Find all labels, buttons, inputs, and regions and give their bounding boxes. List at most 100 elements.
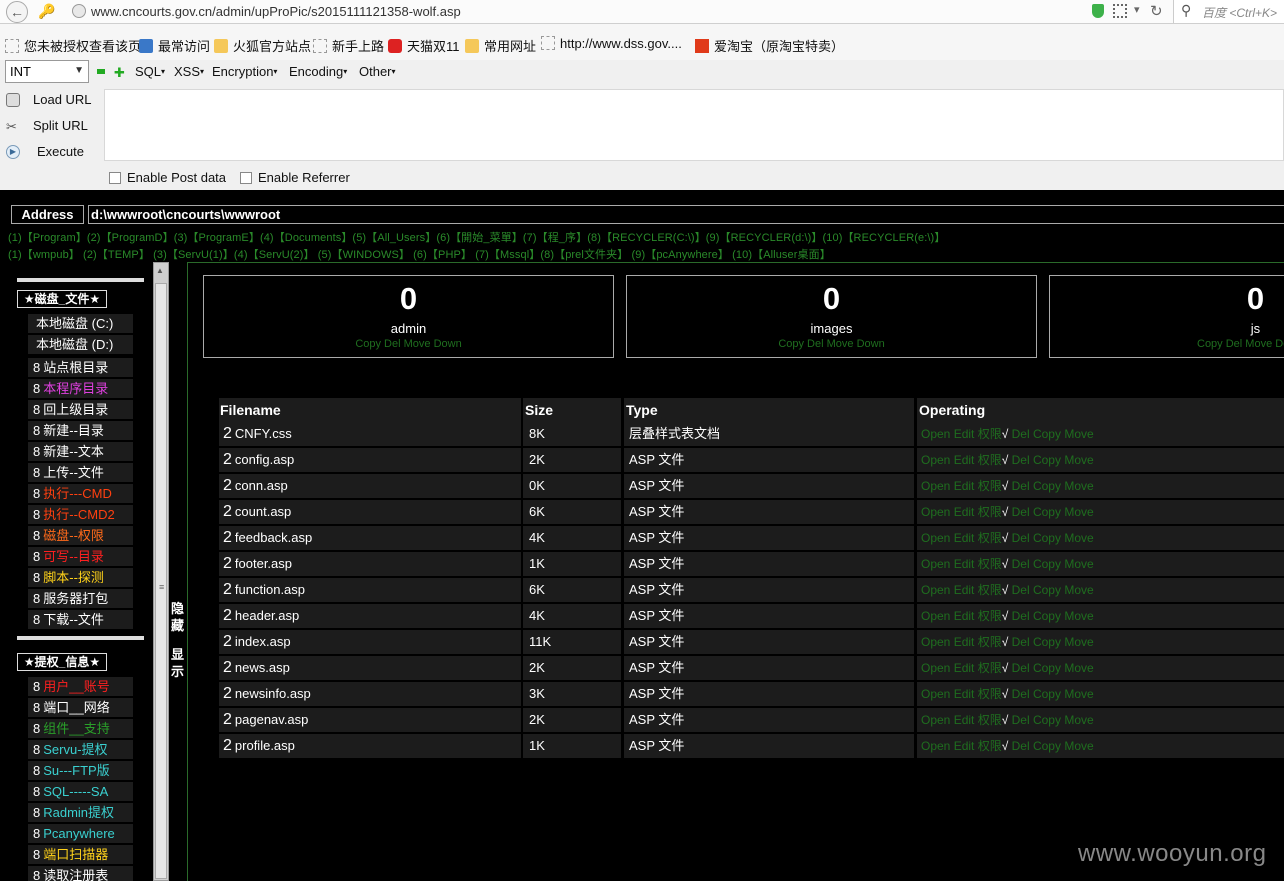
ops-open-edit-perm[interactable]: Open Edit 权限 [921, 609, 1002, 623]
filename-cell[interactable]: 2 CNFY.css [219, 422, 521, 446]
folder-name[interactable]: admin [204, 321, 613, 336]
file-operations[interactable]: Open Edit 权限√ Del Copy Move [921, 505, 1094, 519]
sidebar-item[interactable]: 8 下载--文件 [28, 610, 133, 629]
file-operations[interactable]: Open Edit 权限√ Del Copy Move [921, 531, 1094, 545]
bookmark-getting-started[interactable]: 新手上路 [313, 36, 384, 55]
address-input[interactable]: d:\wwwroot\cncourts\wwwroot [88, 205, 1284, 224]
load-url-button[interactable]: Load URL [0, 92, 100, 110]
ops-open-edit-perm[interactable]: Open Edit 权限 [921, 427, 1002, 441]
ops-del-copy-move[interactable]: Del Copy Move [1008, 531, 1094, 545]
folder-name[interactable]: images [627, 321, 1036, 336]
ops-open-edit-perm[interactable]: Open Edit 权限 [921, 687, 1002, 701]
filename-cell[interactable]: 2 count.asp [219, 500, 521, 524]
sidebar-item[interactable]: 8 执行---CMD [28, 484, 133, 503]
filename[interactable]: CNFY.css [235, 426, 292, 441]
ops-del-copy-move[interactable]: Del Copy Move [1008, 453, 1094, 467]
sidebar-item[interactable]: 8 Servu-提权 [28, 740, 133, 759]
folder-card[interactable]: 0 js Copy Del Move Down [1049, 275, 1284, 358]
ops-del-copy-move[interactable]: Del Copy Move [1008, 661, 1094, 675]
bookmark-tmall[interactable]: 天猫双11 [388, 36, 460, 55]
file-operations[interactable]: Open Edit 权限√ Del Copy Move [921, 479, 1094, 493]
menu-encoding[interactable]: Encoding▾ [289, 64, 347, 79]
type-select[interactable]: INT ▼ [5, 60, 89, 83]
shield-icon[interactable] [1092, 4, 1104, 18]
sidebar-item[interactable]: 8 脚本--探测 [28, 568, 133, 587]
ops-open-edit-perm[interactable]: Open Edit 权限 [921, 505, 1002, 519]
ops-open-edit-perm[interactable]: Open Edit 权限 [921, 557, 1002, 571]
sidebar-item[interactable]: 8 端口扫描器 [28, 845, 133, 864]
hide-sidebar-toggle[interactable]: 隐藏 [171, 600, 184, 634]
chevron-down-icon[interactable]: ▾ [1134, 3, 1140, 16]
url-field[interactable]: www.cncourts.gov.cn/admin/upProPic/s2015… [91, 4, 461, 19]
sidebar-item[interactable]: 8 组件__支持 [28, 719, 133, 738]
ops-open-edit-perm[interactable]: Open Edit 权限 [921, 479, 1002, 493]
ops-del-copy-move[interactable]: Del Copy Move [1008, 479, 1094, 493]
bookmark-common-sites[interactable]: 常用网址 [465, 36, 536, 55]
menu-encryption[interactable]: Encryption▾ [212, 64, 277, 79]
ops-open-edit-perm[interactable]: Open Edit 权限 [921, 583, 1002, 597]
url-textarea[interactable] [104, 89, 1284, 161]
filename-cell[interactable]: 2 feedback.asp [219, 526, 521, 550]
filename-cell[interactable]: 2 news.asp [219, 656, 521, 680]
filename-cell[interactable]: 2 newsinfo.asp [219, 682, 521, 706]
quick-paths-row-2[interactable]: (1)【wmpub】 (2)【TEMP】 (3)【ServU(1)】(4)【Se… [8, 246, 831, 262]
scroll-up-arrow-icon[interactable]: ▲ [156, 266, 164, 275]
filename[interactable]: index.asp [235, 634, 291, 649]
qr-code-icon[interactable] [1113, 4, 1127, 18]
bookmark-aitaobao[interactable]: 爱淘宝（原淘宝特卖） [695, 36, 844, 55]
file-operations[interactable]: Open Edit 权限√ Del Copy Move [921, 713, 1094, 727]
file-operations[interactable]: Open Edit 权限√ Del Copy Move [921, 687, 1094, 701]
ops-open-edit-perm[interactable]: Open Edit 权限 [921, 661, 1002, 675]
ops-del-copy-move[interactable]: Del Copy Move [1008, 739, 1094, 753]
file-operations[interactable]: Open Edit 权限√ Del Copy Move [921, 739, 1094, 753]
quick-paths-row-1[interactable]: (1)【Program】(2)【ProgramD】(3)【ProgramE】(4… [8, 229, 945, 245]
filename[interactable]: footer.asp [235, 556, 292, 571]
sidebar-item[interactable]: 8 回上级目录 [28, 400, 133, 419]
folder-actions[interactable]: Copy Del Move Down [1050, 338, 1284, 350]
filename[interactable]: pagenav.asp [235, 712, 309, 727]
menu-xss[interactable]: XSS▾ [174, 64, 204, 79]
filename[interactable]: feedback.asp [235, 530, 312, 545]
sidebar-item[interactable]: 8 站点根目录 [28, 358, 133, 377]
filename-cell[interactable]: 2 footer.asp [219, 552, 521, 576]
sidebar-item[interactable]: 8 Pcanywhere [28, 824, 133, 843]
split-url-button[interactable]: ✂ Split URL [0, 118, 100, 136]
plus-icon[interactable]: ✚ [114, 65, 125, 81]
filename-cell[interactable]: 2 function.asp [219, 578, 521, 602]
back-arrow-icon[interactable]: ← [6, 1, 28, 23]
scrollbar-thumb[interactable]: ≡ [155, 283, 167, 879]
sidebar-item[interactable]: 8 本程序目录 [28, 379, 133, 398]
ops-del-copy-move[interactable]: Del Copy Move [1008, 427, 1094, 441]
ops-del-copy-move[interactable]: Del Copy Move [1008, 687, 1094, 701]
filename[interactable]: news.asp [235, 660, 290, 675]
filename-cell[interactable]: 2 conn.asp [219, 474, 521, 498]
sidebar-item[interactable]: 8 用户__账号 [28, 677, 133, 696]
file-operations[interactable]: Open Edit 权限√ Del Copy Move [921, 583, 1094, 597]
filename[interactable]: conn.asp [235, 478, 288, 493]
file-operations[interactable]: Open Edit 权限√ Del Copy Move [921, 453, 1094, 467]
filename[interactable]: function.asp [235, 582, 305, 597]
sidebar-item[interactable]: 8 新建--文本 [28, 442, 133, 461]
search-input[interactable]: ⚲ 百度 <Ctrl+K> [1173, 0, 1284, 23]
file-operations[interactable]: Open Edit 权限√ Del Copy Move [921, 635, 1094, 649]
filename[interactable]: count.asp [235, 504, 291, 519]
folder-card[interactable]: 0 admin Copy Del Move Down [203, 275, 614, 358]
sidebar-item[interactable]: 8 服务器打包 [28, 589, 133, 608]
filename[interactable]: profile.asp [235, 738, 295, 753]
ops-open-edit-perm[interactable]: Open Edit 权限 [921, 635, 1002, 649]
sidebar-item[interactable]: 8 端口__网络 [28, 698, 133, 717]
folder-card[interactable]: 0 images Copy Del Move Down [626, 275, 1037, 358]
ops-del-copy-move[interactable]: Del Copy Move [1008, 557, 1094, 571]
bookmark-dss[interactable]: http://www.dss.gov.... [541, 36, 682, 51]
show-sidebar-toggle[interactable]: 显示 [171, 646, 184, 680]
ops-del-copy-move[interactable]: Del Copy Move [1008, 583, 1094, 597]
sidebar-scrollbar[interactable]: ▲ ≡ [153, 262, 169, 881]
filename-cell[interactable]: 2 index.asp [219, 630, 521, 654]
bookmark-unauthorized[interactable]: 您未被授权查看该页 [5, 36, 141, 55]
bookmark-firefox-site[interactable]: 火狐官方站点 [214, 36, 311, 55]
file-operations[interactable]: Open Edit 权限√ Del Copy Move [921, 661, 1094, 675]
sidebar-item[interactable]: 8 上传--文件 [28, 463, 133, 482]
filename[interactable]: header.asp [235, 608, 299, 623]
drive-c-link[interactable]: 本地磁盘 (C:) [28, 314, 133, 333]
filename[interactable]: config.asp [235, 452, 294, 467]
